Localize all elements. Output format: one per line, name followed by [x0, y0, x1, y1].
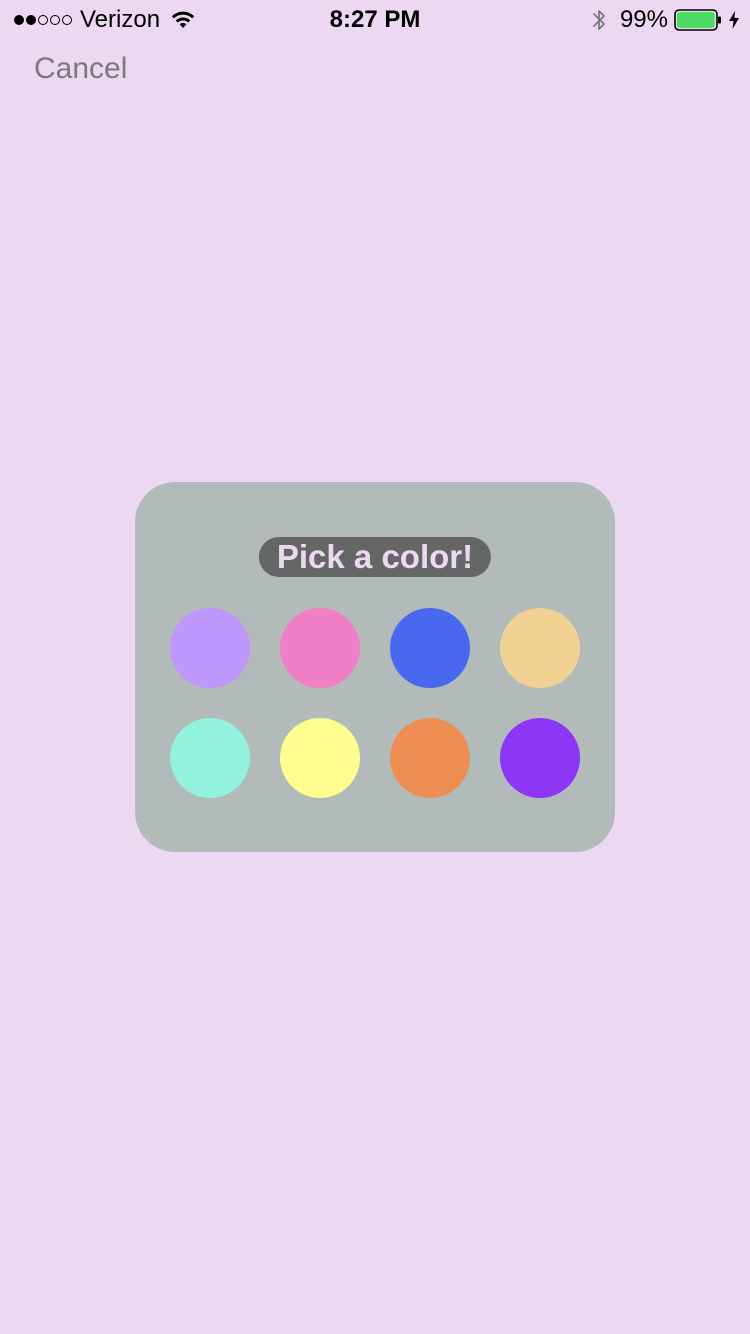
color-swatch[interactable] [280, 718, 360, 798]
battery-icon [674, 9, 721, 31]
cancel-button[interactable]: Cancel [34, 52, 127, 86]
status-bar: Verizon 8:27 PM 99% [0, 0, 750, 40]
battery-level-fill [677, 12, 715, 28]
carrier-name: Verizon [80, 6, 161, 33]
status-right: 99% [590, 6, 740, 34]
color-swatch[interactable] [280, 608, 360, 688]
color-swatch[interactable] [170, 718, 250, 798]
signal-dot [26, 15, 36, 25]
wifi-icon [171, 11, 195, 28]
color-swatch[interactable] [390, 608, 470, 688]
signal-dot [38, 15, 48, 25]
color-swatch[interactable] [170, 608, 250, 688]
color-swatch[interactable] [390, 718, 470, 798]
signal-dot [62, 15, 72, 25]
color-picker-panel: Pick a color! [135, 482, 615, 852]
status-left: Verizon [14, 6, 196, 34]
bluetooth-icon [593, 10, 605, 30]
battery-percent: 99% [619, 6, 668, 33]
signal-strength-icon [14, 15, 72, 25]
color-swatch[interactable] [500, 718, 580, 798]
charging-bolt-icon [729, 11, 739, 29]
swatch-grid [170, 608, 580, 798]
signal-dot [50, 15, 60, 25]
picker-title: Pick a color! [258, 537, 492, 577]
color-swatch[interactable] [500, 608, 580, 688]
signal-dot [14, 15, 24, 25]
